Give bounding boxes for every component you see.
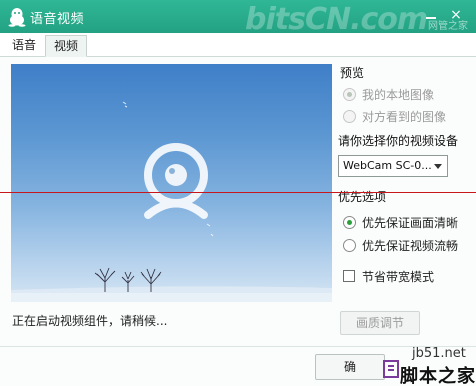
selected-device-value: WebCam SC-0... — [343, 159, 432, 172]
tab-video[interactable]: 视频 — [45, 35, 88, 57]
bandwidth-saving-option[interactable]: 节省带宽模式 — [343, 268, 434, 284]
window-title: 语音视频 — [30, 12, 85, 27]
priority-section-label: 优先选项 — [338, 190, 387, 204]
video-device-select[interactable]: WebCam SC-0... — [338, 155, 448, 177]
tab-voice[interactable]: 语音 — [4, 35, 44, 57]
preview-remote-image-option[interactable]: 对方看到的图像 — [343, 108, 446, 124]
option-label: 优先保证画面清晰 — [362, 215, 459, 230]
qq-penguin-icon — [8, 8, 26, 27]
device-section-label: 请你选择你的视频设备 — [338, 134, 459, 148]
bandwidth-saving-checkbox[interactable] — [343, 270, 355, 282]
priority-clarity-option[interactable]: 优先保证画面清晰 — [343, 214, 458, 230]
minimize-button[interactable] — [422, 6, 440, 24]
footer-divider — [0, 346, 476, 347]
watermark-site-text: jb51.net — [412, 346, 466, 361]
watermark-logo-text: bitsCN.com — [245, 2, 428, 37]
radio-button[interactable] — [343, 109, 356, 123]
chevron-down-icon — [434, 164, 442, 169]
radio-button[interactable] — [343, 238, 356, 252]
radio-button[interactable] — [343, 87, 356, 101]
video-preview-scene — [11, 101, 332, 302]
option-label: 我的本地图像 — [362, 87, 435, 102]
annotation-red-line — [0, 192, 476, 193]
bandwidth-saving-label: 节省带宽模式 — [362, 269, 435, 284]
video-status-text: 正在启动视频组件，请稍候... — [12, 314, 168, 328]
title-bar[interactable]: 语音视频 bitsCN.com 网管之家 × — [0, 0, 476, 37]
watermark-brand-text: 脚本之家 — [400, 366, 476, 386]
watermark-brand-icon — [383, 360, 399, 378]
priority-smooth-option[interactable]: 优先保证视频流畅 — [343, 237, 458, 253]
confirm-button[interactable]: 确 — [315, 354, 385, 380]
preview-local-image-option[interactable]: 我的本地图像 — [343, 86, 434, 102]
quality-adjust-button[interactable]: 画质调节 — [340, 311, 420, 335]
webcam-logo-icon — [144, 143, 208, 219]
video-preview-area — [11, 64, 332, 302]
close-button[interactable]: × — [447, 6, 465, 24]
tree-silhouettes — [94, 267, 162, 292]
option-label: 优先保证视频流畅 — [362, 238, 459, 253]
radio-button[interactable] — [343, 215, 356, 229]
tab-bar: 语音 视频 — [0, 33, 476, 57]
option-label: 对方看到的图像 — [362, 109, 447, 124]
preview-section-label: 预览 — [340, 66, 365, 80]
voice-video-window: 语音视频 bitsCN.com 网管之家 × 语音 视频 正在启动视频组件，请稍… — [0, 0, 476, 386]
